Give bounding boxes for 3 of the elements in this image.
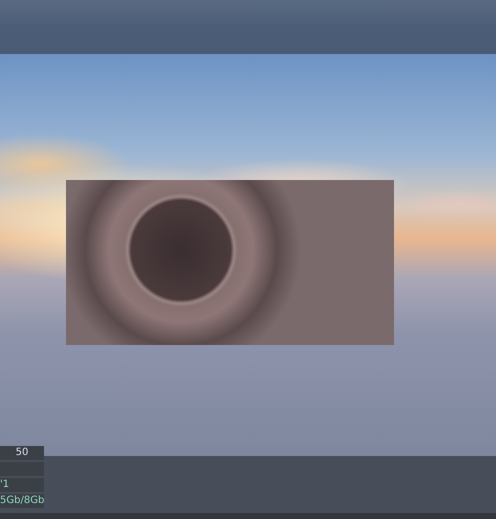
number-field[interactable]: 50: [0, 446, 44, 460]
stat-readout: '1: [0, 478, 44, 492]
stat-readout: 5Gb/8Gb: [0, 494, 44, 508]
